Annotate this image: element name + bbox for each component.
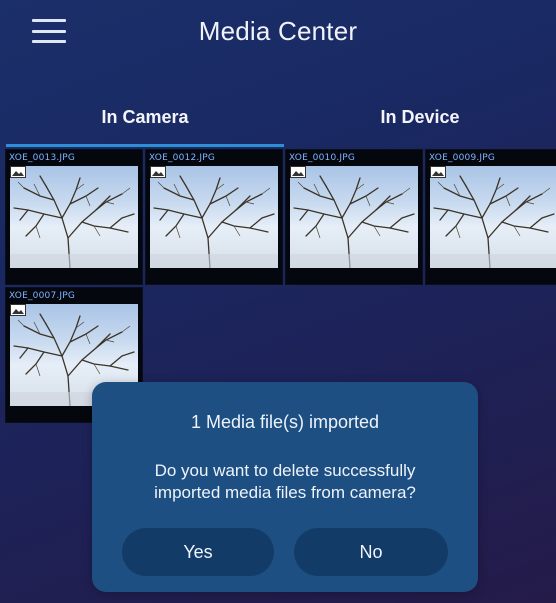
media-filename: XOE_0007.JPG	[9, 291, 76, 301]
image-type-icon	[290, 166, 306, 178]
tab-in-device[interactable]: In Device	[284, 90, 556, 145]
media-thumbnail[interactable]: XOE_0013.JPG	[6, 150, 142, 284]
media-filename: XOE_0013.JPG	[9, 153, 76, 163]
media-tabs: In Camera In Device	[6, 90, 556, 148]
media-filename: XOE_0012.JPG	[149, 153, 216, 163]
yes-button[interactable]: Yes	[122, 528, 274, 576]
media-thumbnail[interactable]: XOE_0009.JPG	[426, 150, 556, 284]
image-type-icon	[150, 166, 166, 178]
image-type-icon	[10, 166, 26, 178]
media-preview-image	[150, 166, 278, 268]
media-thumbnail[interactable]: XOE_0012.JPG	[146, 150, 282, 284]
dialog-message-line-1: Do you want to delete successfully	[154, 461, 416, 480]
tab-in-camera[interactable]: In Camera	[6, 90, 284, 145]
media-filename: XOE_0010.JPG	[289, 153, 356, 163]
media-preview-image	[430, 166, 556, 268]
import-complete-dialog: 1 Media file(s) imported Do you want to …	[92, 382, 478, 592]
app-header: Media Center	[0, 0, 556, 70]
dialog-title: 1 Media file(s) imported	[190, 412, 380, 432]
media-preview-image	[290, 166, 418, 268]
image-type-icon	[430, 166, 446, 178]
image-type-icon	[10, 304, 26, 316]
dialog-message-line-2: imported media files from camera?	[154, 483, 416, 502]
no-button[interactable]: No	[294, 528, 448, 576]
media-thumbnail[interactable]: XOE_0010.JPG	[286, 150, 422, 284]
selected-tab-indicator	[6, 144, 284, 147]
dialog-message: Do you want to delete successfully impor…	[92, 460, 478, 504]
page-title: Media Center	[198, 16, 358, 46]
media-preview-image	[10, 166, 138, 268]
media-filename: XOE_0009.JPG	[429, 153, 496, 163]
